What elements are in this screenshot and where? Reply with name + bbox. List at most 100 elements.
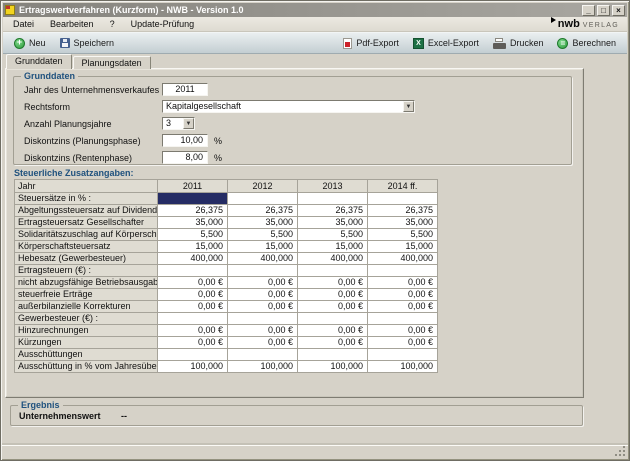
menu-item-update-pr-fung[interactable]: Update-Prüfung	[123, 17, 203, 31]
table-cell[interactable]	[298, 349, 368, 361]
table-cell[interactable]: 26,375	[368, 205, 438, 217]
table-cell[interactable]: 0,00 €	[298, 289, 368, 301]
table-cell[interactable]	[228, 349, 298, 361]
table-row: Ertragsteuern (€) :	[15, 265, 438, 277]
minimize-button[interactable]: _	[582, 5, 595, 16]
table-cell[interactable]: 0,00 €	[298, 277, 368, 289]
excel-export-button[interactable]: Excel-Export	[406, 34, 486, 52]
table-cell[interactable]	[158, 313, 228, 325]
diskontzins-planungsphase-input[interactable]: 10,00	[162, 134, 208, 147]
table-cell[interactable]: 400,000	[368, 253, 438, 265]
table-cell[interactable]: 15,000	[158, 241, 228, 253]
table-cell[interactable]: 0,00 €	[158, 301, 228, 313]
table-cell[interactable]: 5,500	[158, 229, 228, 241]
table-cell[interactable]: 35,000	[158, 217, 228, 229]
maximize-button[interactable]: □	[597, 5, 610, 16]
table-cell[interactable]: 0,00 €	[228, 289, 298, 301]
table-cell[interactable]: 0,00 €	[368, 337, 438, 349]
table-cell[interactable]	[298, 193, 368, 205]
table-cell[interactable]	[158, 349, 228, 361]
chevron-down-icon[interactable]	[403, 101, 414, 112]
table-cell[interactable]: 100,000	[158, 361, 228, 373]
table-cell[interactable]: 400,000	[228, 253, 298, 265]
row-label: Kürzungen	[15, 337, 158, 349]
berechnen-button[interactable]: Berechnen	[550, 34, 623, 52]
calc-icon	[557, 38, 568, 49]
neu-button[interactable]: Neu	[7, 34, 53, 52]
table-cell[interactable]: 26,375	[298, 205, 368, 217]
grunddaten-fields: Jahr des Unternehmensverkaufes 2011 Rech…	[14, 81, 571, 166]
tax-table: Jahr2011201220132014 ff. Steuersätze in …	[15, 180, 438, 373]
tab-planungsdaten[interactable]: Planungsdaten	[73, 56, 151, 69]
table-cell[interactable]: 400,000	[158, 253, 228, 265]
table-cell[interactable]: 0,00 €	[368, 301, 438, 313]
table-cell[interactable]: 0,00 €	[158, 325, 228, 337]
tab-grunddaten[interactable]: Grunddaten	[6, 54, 72, 69]
menu-item-datei[interactable]: Datei	[5, 17, 42, 31]
table-cell[interactable]: 0,00 €	[298, 325, 368, 337]
table-cell[interactable]: 0,00 €	[228, 301, 298, 313]
table-cell[interactable]: 0,00 €	[228, 337, 298, 349]
close-button[interactable]: ×	[612, 5, 625, 16]
table-cell[interactable]: 100,000	[368, 361, 438, 373]
table-cell[interactable]: 26,375	[228, 205, 298, 217]
table-cell[interactable]	[228, 313, 298, 325]
table-row: nicht abzugsfähige Betriebsausgaben0,00 …	[15, 277, 438, 289]
pdf-export-button[interactable]: Pdf-Export	[336, 34, 406, 52]
table-cell[interactable]: 35,000	[298, 217, 368, 229]
menu-item-bearbeiten[interactable]: Bearbeiten	[42, 17, 102, 31]
field-label: Diskontzins (Rentenphase)	[24, 153, 162, 163]
table-cell[interactable]: 100,000	[228, 361, 298, 373]
menu-item-help[interactable]: ?	[102, 17, 123, 31]
table-cell-selected[interactable]	[158, 193, 228, 205]
table-cell[interactable]: 0,00 €	[228, 325, 298, 337]
table-cell[interactable]	[368, 265, 438, 277]
table-cell[interactable]	[368, 193, 438, 205]
table-cell[interactable]: 0,00 €	[368, 289, 438, 301]
table-cell[interactable]: 5,500	[228, 229, 298, 241]
table-cell[interactable]	[158, 265, 228, 277]
save-icon	[60, 38, 70, 48]
table-cell[interactable]: 26,375	[158, 205, 228, 217]
table-row: außerbilanzielle Korrekturen0,00 €0,00 €…	[15, 301, 438, 313]
table-cell[interactable]	[368, 349, 438, 361]
table-cell[interactable]: 15,000	[228, 241, 298, 253]
table-cell[interactable]	[368, 313, 438, 325]
table-row: Ausschüttungen	[15, 349, 438, 361]
table-cell[interactable]	[298, 313, 368, 325]
table-cell[interactable]: 5,500	[298, 229, 368, 241]
table-cell[interactable]: 0,00 €	[368, 325, 438, 337]
drucken-button[interactable]: Drucken	[486, 34, 551, 52]
resize-grip-icon[interactable]	[615, 446, 626, 457]
table-cell[interactable]: 35,000	[228, 217, 298, 229]
table-cell[interactable]: 0,00 €	[228, 277, 298, 289]
table-cell[interactable]: 0,00 €	[298, 301, 368, 313]
anzahl-planungsjahre-select[interactable]: 3	[162, 117, 195, 130]
table-cell[interactable]: 0,00 €	[368, 277, 438, 289]
speichern-button[interactable]: Speichern	[53, 34, 122, 52]
percent-label: %	[214, 153, 222, 163]
table-cell[interactable]: 35,000	[368, 217, 438, 229]
table-cell[interactable]: 15,000	[298, 241, 368, 253]
tab-strip: GrunddatenPlanungsdaten	[6, 54, 152, 69]
jahr-des-unternehmensverkaufes-input[interactable]: 2011	[162, 83, 208, 96]
table-cell[interactable]: 5,500	[368, 229, 438, 241]
chevron-down-icon[interactable]	[183, 118, 194, 129]
toolbar-button-label: Pdf-Export	[356, 38, 399, 48]
table-cell[interactable]: 15,000	[368, 241, 438, 253]
table-cell[interactable]: 100,000	[298, 361, 368, 373]
diskontzins-rentenphase-input[interactable]: 8,00	[162, 151, 208, 164]
table-cell[interactable]	[298, 265, 368, 277]
rechtsform-select[interactable]: Kapitalgesellschaft	[162, 100, 415, 113]
row-label: Hebesatz (Gewerbesteuer)	[15, 253, 158, 265]
toolbar-button-label: Speichern	[74, 38, 115, 48]
column-header: 2014 ff.	[368, 180, 438, 193]
table-cell[interactable]: 0,00 €	[158, 289, 228, 301]
row-label: steuerfreie Erträge	[15, 289, 158, 301]
table-cell[interactable]	[228, 265, 298, 277]
table-cell[interactable]: 400,000	[298, 253, 368, 265]
table-cell[interactable]: 0,00 €	[158, 337, 228, 349]
table-cell[interactable]	[228, 193, 298, 205]
table-cell[interactable]: 0,00 €	[298, 337, 368, 349]
table-cell[interactable]: 0,00 €	[158, 277, 228, 289]
